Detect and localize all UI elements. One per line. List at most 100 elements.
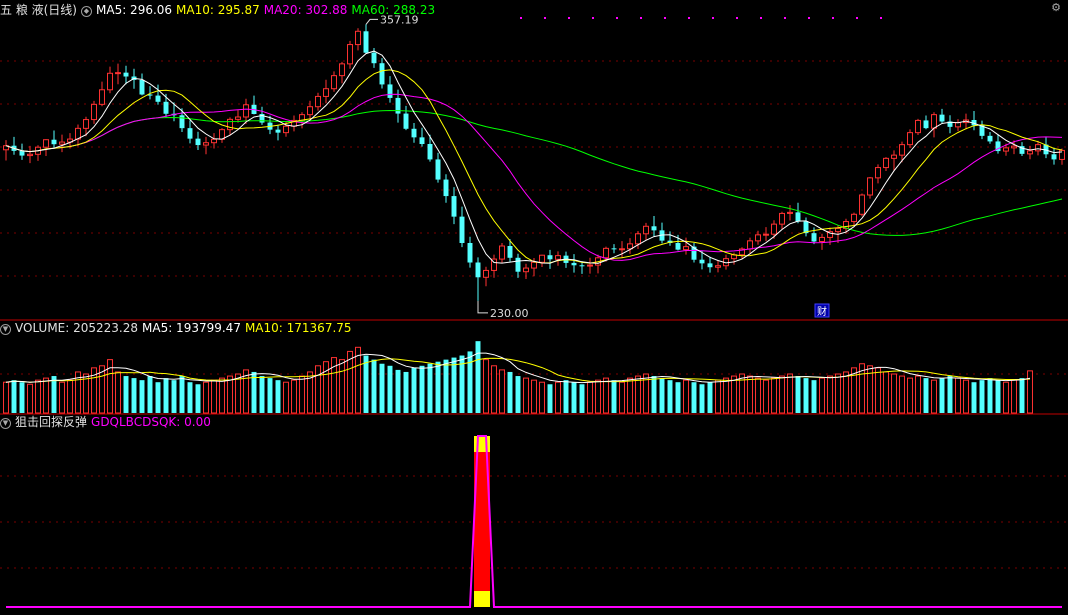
candle-body (419, 137, 425, 144)
candle-body (323, 88, 329, 97)
volume-bar (235, 373, 241, 414)
volume-bar (699, 384, 705, 413)
candle-body (163, 101, 169, 114)
volume-bar (811, 380, 817, 413)
volume-bar (683, 379, 689, 414)
candle-body (355, 30, 361, 46)
volume-bar (875, 367, 881, 414)
volume-bar (67, 379, 73, 414)
top-tick (736, 17, 738, 19)
candle-body (339, 63, 345, 77)
volume-bar (147, 376, 153, 413)
gear-icon[interactable]: ⚙ (1050, 2, 1062, 14)
volume-bar (1027, 370, 1033, 414)
top-tick (784, 17, 786, 19)
candle-body (955, 122, 961, 128)
volume-bar (755, 377, 761, 414)
volume-bar (123, 376, 129, 413)
candle-body (371, 52, 377, 64)
candle-body (499, 245, 505, 260)
candle-body (467, 243, 473, 263)
ma10-readout: MA10: 295.87 (176, 3, 260, 17)
candle-body (451, 196, 457, 217)
candle-body (579, 265, 585, 267)
candle-body (427, 144, 433, 160)
volume-bar (291, 379, 297, 414)
candle-body (891, 154, 897, 159)
volume-bar (35, 379, 41, 414)
chart-canvas: 357.19230.00 财 (0, 13, 1068, 608)
candle-body (747, 240, 753, 250)
collapse-toggle-icon[interactable]: ◆ (81, 6, 92, 17)
top-tick (832, 17, 834, 19)
volume-bar (523, 377, 529, 414)
candle-body (531, 261, 537, 269)
volume-bar (59, 381, 65, 414)
volume-bar (891, 373, 897, 414)
volume-bar (195, 384, 201, 413)
top-tick (520, 17, 522, 19)
volume-bar (787, 373, 793, 414)
volume-bar (499, 369, 505, 414)
volume-bar (939, 378, 945, 413)
stock-chart[interactable]: 357.19 230.00 财 五 粮 液(日线) ◆ MA5: 296.06 MA10:… (0, 0, 1068, 615)
volume-bar (763, 379, 769, 414)
signal-bar (474, 452, 482, 591)
volume-bar (451, 357, 457, 413)
candle-body (939, 114, 945, 122)
volume-bar (1011, 379, 1017, 414)
candle-body (483, 269, 489, 278)
candle-body (347, 44, 353, 65)
volume-bar (883, 371, 889, 414)
signal-bar (482, 452, 490, 591)
candle-body (787, 211, 793, 214)
volume-bar (995, 380, 1001, 413)
candle-body (51, 139, 57, 145)
candle-body (643, 225, 649, 235)
volume-bar (371, 359, 377, 413)
top-tick (544, 17, 546, 19)
volume-bar (219, 377, 225, 414)
volume-bar (347, 350, 353, 414)
candle-body (635, 233, 641, 245)
top-tick (592, 17, 594, 19)
candle-body (867, 177, 873, 196)
candle-body (571, 262, 577, 266)
candle-body (1003, 147, 1009, 152)
candle-body (83, 119, 89, 129)
volume-bar (507, 371, 513, 413)
price-panel-header: 五 粮 液(日线) ◆ MA5: 296.06 MA10: 295.87 MA20: 3… (0, 2, 439, 18)
volume-readout: VOLUME: 205223.28 (15, 321, 138, 335)
volume-bar (771, 377, 777, 414)
top-tick (640, 17, 642, 19)
collapse-toggle-icon[interactable]: ▼ (0, 324, 11, 335)
candle-body (1011, 145, 1017, 149)
volume-bar (139, 380, 145, 413)
candle-body (115, 72, 121, 75)
volume-bar (675, 382, 681, 413)
candle-body (699, 259, 705, 264)
volume-bar (539, 381, 545, 414)
candle-body (675, 243, 681, 250)
ma5-readout: MA5: 296.06 (96, 3, 173, 17)
candle-body (203, 142, 209, 146)
indicator-name: 狙击回探反弹 (15, 415, 88, 429)
candle-body (1027, 150, 1033, 155)
volume-bar (259, 376, 265, 413)
volume-panel-header: ▼ VOLUME: 205223.28 MA5: 193799.47 MA10: 17… (0, 320, 356, 336)
candle-body (915, 119, 921, 134)
candle-body (403, 113, 409, 129)
top-tick (616, 17, 618, 19)
volume-bar (731, 375, 737, 414)
candle-body (899, 144, 905, 156)
volume-bar (467, 351, 473, 413)
volume-bar (795, 376, 801, 413)
collapse-toggle-icon[interactable]: ▼ (0, 418, 11, 429)
ma20-readout: MA20: 302.88 (263, 3, 348, 17)
volume-bar (171, 380, 177, 413)
volume-bar (715, 379, 721, 414)
volume-bar (555, 381, 561, 414)
volume-bar (595, 379, 601, 414)
candle-body (307, 106, 313, 116)
candle-body (923, 120, 929, 129)
